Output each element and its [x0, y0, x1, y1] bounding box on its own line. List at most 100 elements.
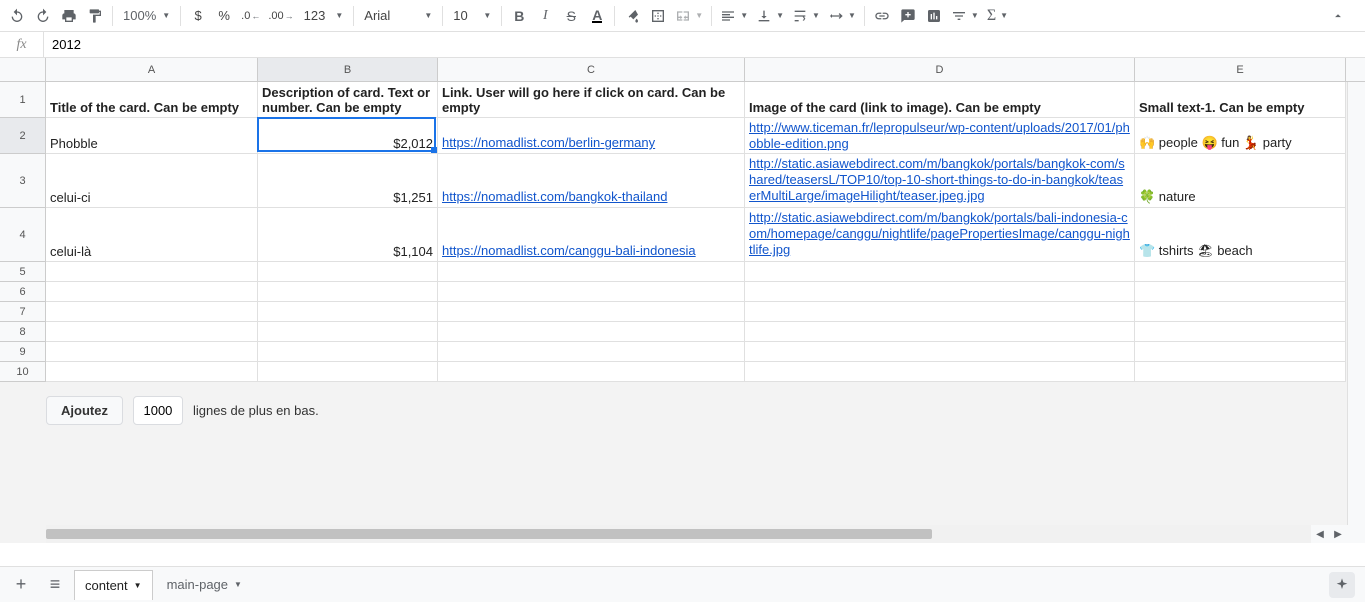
cell[interactable]: [1135, 302, 1346, 322]
cell[interactable]: 🍀 nature: [1135, 154, 1346, 208]
column-header[interactable]: B: [258, 58, 438, 81]
select-all-corner[interactable]: [0, 58, 46, 82]
increase-decimal-button[interactable]: .00→: [264, 3, 297, 29]
explore-button[interactable]: [1329, 572, 1355, 598]
font-size-dropdown[interactable]: 10 ▼: [447, 8, 497, 23]
bold-button[interactable]: B: [506, 3, 532, 29]
formula-input[interactable]: [44, 32, 1365, 57]
cell-link[interactable]: https://nomadlist.com/berlin-germany: [442, 135, 655, 151]
cell[interactable]: [46, 322, 258, 342]
borders-button[interactable]: [645, 3, 671, 29]
cell[interactable]: [1135, 282, 1346, 302]
cell[interactable]: [1135, 362, 1346, 382]
cell[interactable]: [438, 362, 745, 382]
cell[interactable]: 🙌 people 😝 fun 💃 party: [1135, 118, 1346, 154]
column-header[interactable]: E: [1135, 58, 1346, 81]
currency-button[interactable]: $: [185, 3, 211, 29]
add-sheet-button[interactable]: +: [6, 572, 36, 598]
row-header[interactable]: 9: [0, 342, 46, 362]
column-header[interactable]: D: [745, 58, 1135, 81]
cell-link[interactable]: http://static.asiawebdirect.com/m/bangko…: [749, 210, 1130, 258]
merge-cells-button[interactable]: ▼: [671, 3, 707, 29]
font-dropdown[interactable]: Arial ▼: [358, 8, 438, 23]
italic-button[interactable]: I: [532, 3, 558, 29]
row-header[interactable]: 1: [0, 82, 46, 118]
cell[interactable]: Description of card. Text or number. Can…: [258, 82, 438, 118]
cell[interactable]: [745, 302, 1135, 322]
percent-button[interactable]: %: [211, 3, 237, 29]
redo-button[interactable]: [30, 3, 56, 29]
cell[interactable]: [46, 342, 258, 362]
zoom-dropdown[interactable]: 100% ▼: [117, 8, 176, 23]
scroll-left-icon[interactable]: ◀: [1311, 525, 1329, 543]
scroll-right-icon[interactable]: ▶: [1329, 525, 1347, 543]
cells-area[interactable]: Title of the card. Can be emptyDescripti…: [46, 82, 1346, 382]
cell[interactable]: [745, 342, 1135, 362]
cell[interactable]: [1135, 322, 1346, 342]
vertical-scrollbar[interactable]: [1347, 82, 1365, 525]
print-button[interactable]: [56, 3, 82, 29]
cell[interactable]: Image of the card (link to image). Can b…: [745, 82, 1135, 118]
cell[interactable]: [1135, 342, 1346, 362]
cell-link[interactable]: https://nomadlist.com/canggu-bali-indone…: [442, 243, 696, 259]
cell[interactable]: [438, 342, 745, 362]
cell[interactable]: [438, 302, 745, 322]
cell[interactable]: celui-là: [46, 208, 258, 262]
undo-button[interactable]: [4, 3, 30, 29]
cell[interactable]: https://nomadlist.com/berlin-germany: [438, 118, 745, 154]
add-rows-button[interactable]: Ajoutez: [46, 396, 123, 425]
column-header[interactable]: A: [46, 58, 258, 81]
row-header[interactable]: 8: [0, 322, 46, 342]
cell[interactable]: [745, 262, 1135, 282]
cell[interactable]: [46, 282, 258, 302]
cell[interactable]: Phobble: [46, 118, 258, 154]
cell[interactable]: [1135, 262, 1346, 282]
cell[interactable]: http://www.ticeman.fr/lepropulseur/wp-co…: [745, 118, 1135, 154]
row-header[interactable]: 7: [0, 302, 46, 322]
cell[interactable]: $1,251: [258, 154, 438, 208]
cell[interactable]: Title of the card. Can be empty: [46, 82, 258, 118]
more-formats-dropdown[interactable]: 123 ▼: [298, 8, 350, 23]
cell[interactable]: [745, 362, 1135, 382]
filter-button[interactable]: ▼: [947, 3, 983, 29]
paint-format-button[interactable]: [82, 3, 108, 29]
row-header[interactable]: 5: [0, 262, 46, 282]
cell[interactable]: [46, 362, 258, 382]
cell[interactable]: Small text-1. Can be empty: [1135, 82, 1346, 118]
cell[interactable]: [745, 282, 1135, 302]
add-rows-count-input[interactable]: [133, 396, 183, 425]
row-header[interactable]: 2: [0, 118, 46, 154]
cell[interactable]: [258, 322, 438, 342]
functions-button[interactable]: Σ ▼: [983, 3, 1012, 29]
cell[interactable]: [745, 322, 1135, 342]
cell-link[interactable]: http://www.ticeman.fr/lepropulseur/wp-co…: [749, 120, 1130, 152]
row-header[interactable]: 3: [0, 154, 46, 208]
text-color-button[interactable]: A: [584, 3, 610, 29]
all-sheets-button[interactable]: ≡: [40, 572, 70, 598]
cell[interactable]: [438, 322, 745, 342]
horizontal-align-button[interactable]: ▼: [716, 3, 752, 29]
insert-comment-button[interactable]: [895, 3, 921, 29]
cell[interactable]: https://nomadlist.com/bangkok-thailand: [438, 154, 745, 208]
strikethrough-button[interactable]: S: [558, 3, 584, 29]
collapse-toolbar-button[interactable]: [1325, 3, 1351, 29]
cell[interactable]: [258, 302, 438, 322]
cell[interactable]: 👕 tshirts 🏖 beach: [1135, 208, 1346, 262]
cell[interactable]: celui-ci: [46, 154, 258, 208]
cell[interactable]: [438, 262, 745, 282]
text-rotation-button[interactable]: ▼: [824, 3, 860, 29]
cell[interactable]: [438, 282, 745, 302]
decrease-decimal-button[interactable]: .0←: [237, 3, 264, 29]
row-header[interactable]: 6: [0, 282, 46, 302]
cell[interactable]: [258, 342, 438, 362]
cell[interactable]: http://static.asiawebdirect.com/m/bangko…: [745, 154, 1135, 208]
sheet-tab-main-page[interactable]: main-page ▼: [157, 570, 252, 600]
cell-link[interactable]: https://nomadlist.com/bangkok-thailand: [442, 189, 667, 205]
cell[interactable]: https://nomadlist.com/canggu-bali-indone…: [438, 208, 745, 262]
cell[interactable]: http://static.asiawebdirect.com/m/bangko…: [745, 208, 1135, 262]
cell[interactable]: [258, 282, 438, 302]
vertical-align-button[interactable]: ▼: [752, 3, 788, 29]
sheet-tab-content[interactable]: content ▼: [74, 570, 153, 600]
cell[interactable]: [46, 302, 258, 322]
cell-link[interactable]: http://static.asiawebdirect.com/m/bangko…: [749, 156, 1130, 204]
